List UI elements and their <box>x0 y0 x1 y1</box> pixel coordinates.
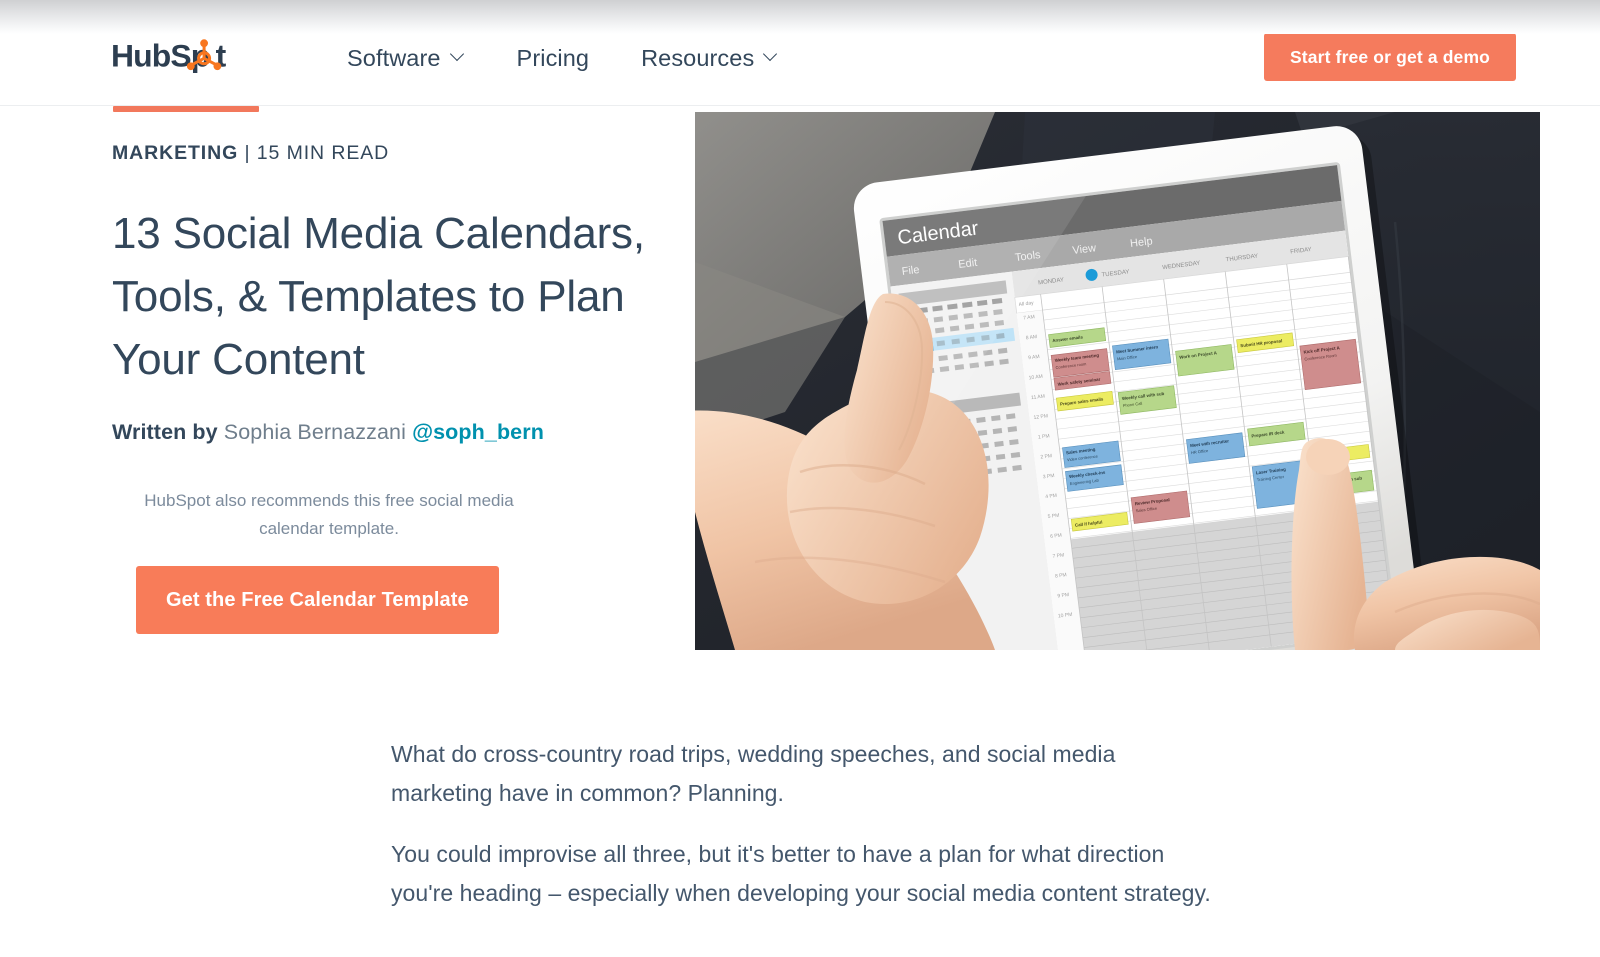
nav-item-resources[interactable]: Resources <box>641 40 778 76</box>
nav-item-pricing-label: Pricing <box>516 45 590 71</box>
hero-section: MARKETING | 15 MIN READ 13 Social Media … <box>0 106 1600 666</box>
main-navigation: Software Pricing Resources <box>347 40 778 76</box>
site-header: HubSp t Software Pricing Resources Start… <box>0 0 1600 106</box>
hero-text-column: MARKETING | 15 MIN READ 13 Social Media … <box>112 140 657 634</box>
nav-item-resources-label: Resources <box>641 45 755 71</box>
post-category: MARKETING <box>112 142 239 164</box>
article-paragraph: What do cross-country road trips, weddin… <box>391 741 1116 806</box>
byline-author-name: Sophia Bernazzani <box>217 420 413 444</box>
start-free-or-demo-button[interactable]: Start free or get a demo <box>1263 33 1516 81</box>
byline-label: Written by <box>112 420 218 444</box>
article-body: What do cross-country road trips, weddin… <box>391 735 1221 935</box>
hubspot-logo-icon: HubSp t <box>111 37 227 73</box>
hero-image: Calendar File Edit Tools View Help MONDA… <box>695 112 1540 650</box>
chevron-down-icon <box>452 49 465 62</box>
nav-item-software-label: Software <box>347 45 441 71</box>
get-free-calendar-template-button[interactable]: Get the Free Calendar Template <box>136 566 499 634</box>
byline: Written by Sophia Bernazzani @soph_bern <box>112 417 657 447</box>
nav-item-software[interactable]: Software <box>347 40 465 76</box>
byline-author-handle-link[interactable]: @soph_bern <box>412 420 544 444</box>
svg-text:HubSp: HubSp <box>111 37 210 73</box>
nav-item-pricing[interactable]: Pricing <box>517 40 590 76</box>
hubspot-logo[interactable]: HubSp t <box>111 33 244 79</box>
page-title: 13 Social Media Calendars, Tools, & Temp… <box>112 209 645 384</box>
post-kicker: MARKETING | 15 MIN READ <box>112 140 657 166</box>
recommendation-text: HubSpot also recommends this free social… <box>144 491 514 538</box>
article-paragraph: You could improvise all three, but it's … <box>391 841 1211 906</box>
chevron-down-icon <box>765 49 778 62</box>
post-read-time: | 15 MIN READ <box>238 142 390 164</box>
hero-photo-illustration: Calendar File Edit Tools View Help MONDA… <box>695 112 1540 650</box>
accent-bar <box>113 106 259 112</box>
